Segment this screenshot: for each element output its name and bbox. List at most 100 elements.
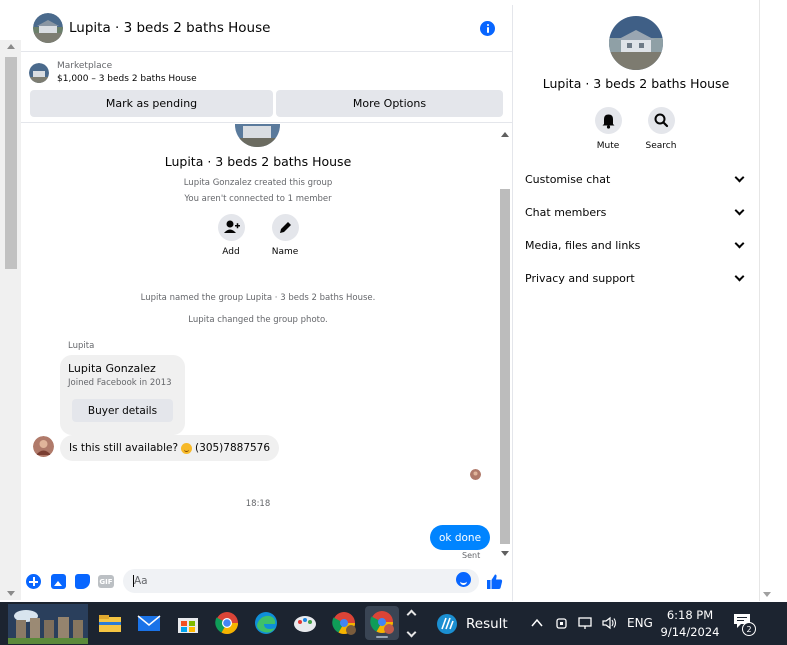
section-customise-chat[interactable]: Customise chat xyxy=(525,169,747,189)
chevron-up-icon[interactable] xyxy=(406,609,417,620)
image-icon[interactable] xyxy=(51,574,66,589)
chevron-down-icon xyxy=(734,271,745,281)
network-icon[interactable] xyxy=(578,616,594,633)
scroll-up-arrow[interactable] xyxy=(501,132,509,137)
system-message: Lupita named the group Lupita · 3 beds 2… xyxy=(140,293,376,303)
marketplace-banner: Marketplace $1,000 – 3 beds 2 baths Hous… xyxy=(21,53,513,123)
emoji-icon[interactable] xyxy=(456,572,471,587)
group-avatar[interactable] xyxy=(33,13,63,43)
chevron-down-icon xyxy=(734,172,745,182)
scroll-up-arrow[interactable] xyxy=(7,44,15,49)
system-message: Lupita changed the group photo. xyxy=(188,315,328,325)
weather-widget-icon[interactable] xyxy=(8,604,88,644)
profile-name[interactable]: Lupita Gonzalez xyxy=(68,362,156,375)
more-options-button[interactable]: More Options xyxy=(276,90,503,117)
volume-icon[interactable] xyxy=(601,616,619,633)
chevron-down-icon xyxy=(734,238,745,248)
message-placeholder: Aa xyxy=(134,575,148,587)
sticker-icon[interactable] xyxy=(75,574,90,589)
message-timestamp: 18:18 xyxy=(245,499,271,509)
clock-date: 9/14/2024 xyxy=(660,625,720,639)
chat-panel: Lupita · 3 beds 2 baths House Marketplac… xyxy=(21,5,513,601)
name-label: Name xyxy=(271,247,299,257)
section-chat-members[interactable]: Chat members xyxy=(525,202,747,222)
result-label: Result xyxy=(466,616,508,632)
clock-time: 6:18 PM xyxy=(666,608,714,622)
scroll-down-arrow[interactable] xyxy=(501,551,509,556)
paint-icon[interactable] xyxy=(291,609,319,637)
sent-status: Sent xyxy=(462,551,481,560)
section-media-files-links[interactable]: Media, files and links xyxy=(525,235,747,255)
scrollbar-thumb[interactable] xyxy=(5,57,17,269)
scroll-down-arrow[interactable] xyxy=(7,591,15,596)
system-clock[interactable]: 6:18 PM 9/14/2024 xyxy=(654,607,726,641)
chevron-down-icon[interactable] xyxy=(406,627,417,638)
messages-scrollbar[interactable] xyxy=(498,128,511,560)
info-icon[interactable] xyxy=(480,21,495,36)
chat-title: Lupita · 3 beds 2 baths House xyxy=(69,20,271,36)
chrome-active-window-icon[interactable] xyxy=(365,606,399,640)
connected-text: You aren't connected to 1 member xyxy=(184,194,332,204)
section-label: Chat members xyxy=(525,205,607,219)
conversation-info-panel: Lupita · 3 beds 2 baths House Mute Searc… xyxy=(513,5,759,601)
group-avatar-large[interactable] xyxy=(609,16,663,70)
gif-icon[interactable]: GIF xyxy=(98,575,114,588)
message-list[interactable]: Lupita · 3 beds 2 baths House Lupita Gon… xyxy=(21,124,513,560)
language-indicator[interactable]: ENG xyxy=(627,616,653,630)
page-scrollbar[interactable] xyxy=(0,40,21,600)
active-indicator xyxy=(376,636,388,638)
store-icon[interactable] xyxy=(174,609,202,637)
message-input[interactable]: Aa xyxy=(123,569,479,593)
mute-button[interactable]: Mute xyxy=(588,107,628,151)
pencil-icon xyxy=(271,214,299,241)
sidebar-title: Lupita · 3 beds 2 baths House xyxy=(542,76,730,91)
scrollbar-thumb[interactable] xyxy=(500,189,510,544)
chat-header: Lupita · 3 beds 2 baths House xyxy=(21,5,513,52)
search-icon xyxy=(647,107,675,134)
file-explorer-icon[interactable] xyxy=(96,609,124,637)
chrome-icon[interactable] xyxy=(213,609,241,637)
chevron-down-icon xyxy=(734,205,745,215)
composer: GIF Aa xyxy=(21,567,513,597)
incoming-message-text: Is this still available? xyxy=(69,442,179,454)
outgoing-message[interactable]: ok done xyxy=(430,525,491,550)
bell-icon xyxy=(594,107,622,134)
add-label: Add xyxy=(222,247,240,257)
sender-name: Lupita xyxy=(68,341,95,351)
notification-center-button[interactable]: 2 xyxy=(733,613,756,636)
thumbs-up-icon[interactable] xyxy=(486,573,503,590)
cricket-icon xyxy=(437,614,457,634)
taskbar: Result ENG 6:18 PM 9/14/2024 2 xyxy=(0,602,787,645)
notification-badge: 2 xyxy=(742,622,756,636)
incoming-message[interactable]: Is this still available? (305)7887576 xyxy=(60,435,280,461)
result-widget[interactable]: Result xyxy=(436,613,508,635)
edge-icon[interactable] xyxy=(252,609,280,637)
section-label: Privacy and support xyxy=(525,271,635,285)
search-button[interactable]: Search xyxy=(641,107,681,151)
sender-avatar[interactable] xyxy=(33,436,54,457)
profile-joined: Joined Facebook in 2013 xyxy=(68,378,172,388)
add-member-button[interactable]: Add xyxy=(211,214,251,257)
group-title: Lupita · 3 beds 2 baths House xyxy=(164,154,352,169)
plus-icon[interactable] xyxy=(26,574,41,589)
meet-now-icon[interactable] xyxy=(555,616,569,633)
mail-icon[interactable] xyxy=(135,609,163,637)
chevron-up-icon[interactable] xyxy=(530,616,544,633)
section-privacy-support[interactable]: Privacy and support xyxy=(525,268,747,288)
incoming-message-phone: (305)7887576 xyxy=(195,442,271,454)
name-group-button[interactable]: Name xyxy=(265,214,305,257)
taskbar-overflow-scroll[interactable] xyxy=(404,604,420,644)
chrome-profile-icon[interactable] xyxy=(330,609,358,637)
section-label: Media, files and links xyxy=(525,238,641,252)
smile-emoji-icon xyxy=(181,442,193,454)
created-text: Lupita Gonzalez created this group xyxy=(183,178,333,188)
buyer-details-button[interactable]: Buyer details xyxy=(72,399,173,422)
window-scrollbar[interactable] xyxy=(759,0,773,601)
read-receipt-avatar xyxy=(470,469,481,480)
add-person-icon xyxy=(217,214,245,241)
listing-price[interactable]: $1,000 – 3 beds 2 baths House xyxy=(57,74,197,84)
mark-pending-button[interactable]: Mark as pending xyxy=(30,90,273,117)
group-photo xyxy=(235,124,280,147)
listing-thumbnail[interactable] xyxy=(29,63,49,83)
scroll-down-arrow[interactable] xyxy=(763,592,771,597)
